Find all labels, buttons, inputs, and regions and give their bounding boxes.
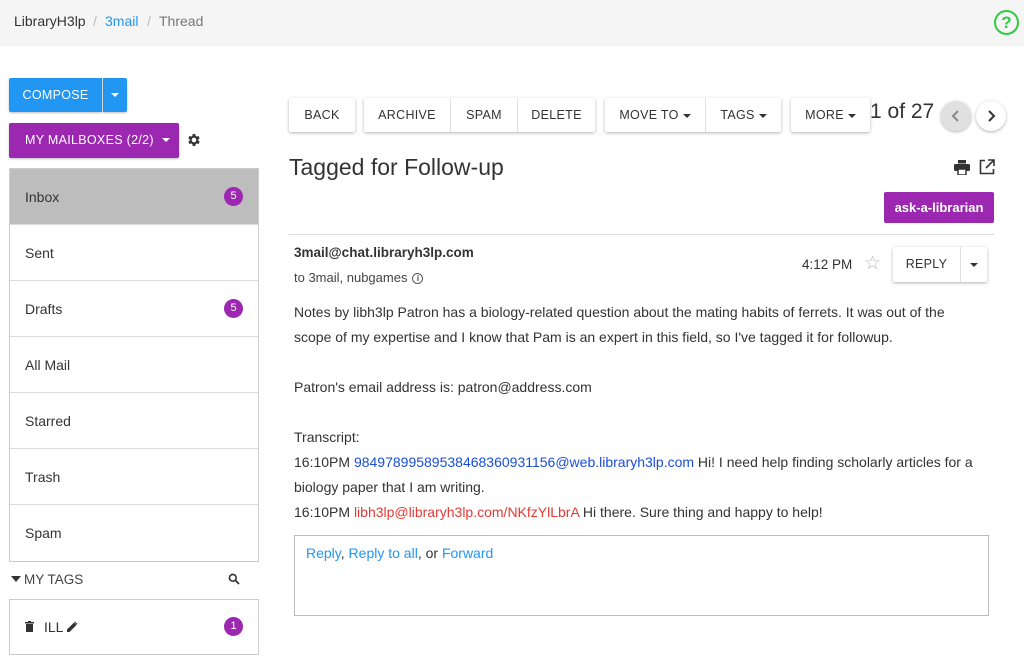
tag-item-ill[interactable]: ILL 1: [10, 600, 258, 654]
more-dropdown[interactable]: MORE: [791, 98, 870, 132]
patron-email-line: Patron's email address is: patron@addres…: [294, 379, 592, 395]
transcript-time: 16:10PM: [294, 504, 351, 520]
back-button[interactable]: BACK: [289, 98, 355, 132]
transcript-section: Transcript: 16:10PM 98497899589538468360…: [294, 425, 994, 525]
chevron-left-icon: [951, 110, 959, 122]
previous-thread-button[interactable]: [941, 101, 971, 131]
forward-link[interactable]: Forward: [442, 545, 493, 561]
breadcrumb-current: Thread: [159, 13, 204, 29]
note-line: scope of my expertise and I know that Pa…: [294, 329, 893, 345]
breadcrumb-3mail-link[interactable]: 3mail: [105, 13, 138, 29]
my-mailboxes-label: MY MAILBOXES (2/2): [25, 133, 154, 147]
reply-link[interactable]: Reply: [306, 545, 341, 561]
mailbox-label: All Mail: [25, 357, 71, 373]
gear-icon[interactable]: [186, 132, 202, 148]
mailbox-list: Inbox 5 Sent Drafts 5 All Mail Starred T…: [9, 168, 259, 562]
mailbox-sent[interactable]: Sent: [10, 225, 258, 281]
transcript-label: Transcript:: [294, 429, 360, 445]
chevron-down-icon: [970, 263, 978, 267]
breadcrumb-root[interactable]: LibraryH3lp: [14, 13, 86, 29]
unread-count-badge: 5: [224, 187, 243, 206]
my-tags-label: MY TAGS: [24, 572, 84, 587]
thread-tag-badge[interactable]: ask-a-librarian: [884, 192, 994, 223]
pager-count: 1 of 27: [870, 100, 935, 123]
reply-all-link[interactable]: Reply to all: [349, 545, 418, 561]
chevron-down-icon: [682, 113, 691, 118]
transcript-text: Hi there. Sure thing and happy to help!: [579, 504, 823, 520]
mailbox-label: Spam: [25, 525, 62, 541]
separator-text: ,: [340, 545, 349, 561]
trash-icon[interactable]: [25, 621, 34, 632]
print-icon[interactable]: [954, 160, 970, 175]
recipients-text: to 3mail, nubgames: [294, 270, 408, 285]
librarian-user-link[interactable]: libh3lp@libraryh3lp.com/NKfzYlLbrA: [354, 504, 579, 520]
mailbox-label: Sent: [25, 245, 54, 261]
chevron-down-icon: [111, 93, 119, 97]
message-time: 4:12 PM: [802, 257, 853, 272]
patron-user-link[interactable]: 98497899589538468360931156@web.libraryh3…: [354, 454, 694, 470]
my-tags-header[interactable]: MY TAGS: [9, 570, 259, 590]
chevron-down-icon: [161, 138, 170, 142]
top-bar: LibraryH3lp / 3mail / Thread ?: [0, 0, 1024, 46]
note-line: Notes by libh3lp Patron has a biology-re…: [294, 304, 945, 320]
tag-list: ILL 1: [9, 599, 259, 655]
chevron-down-icon: [847, 113, 856, 118]
mailbox-label: Starred: [25, 413, 71, 429]
spam-button[interactable]: SPAM: [450, 98, 517, 132]
organize-button-group: MOVE TO TAGS: [605, 98, 781, 132]
mailbox-label: Trash: [25, 469, 61, 485]
mailbox-spam[interactable]: Spam: [10, 505, 258, 561]
mailbox-trash[interactable]: Trash: [10, 449, 258, 505]
reply-options-dropdown[interactable]: [960, 247, 987, 282]
message-sender: 3mail@chat.libraryh3lp.com: [294, 245, 474, 260]
my-mailboxes-dropdown[interactable]: MY MAILBOXES (2/2): [9, 123, 179, 158]
unread-count-badge: 5: [224, 299, 243, 318]
quick-reply-box[interactable]: Reply, Reply to all, or Forward: [294, 535, 989, 616]
thread-title: Tagged for Follow-up: [289, 154, 504, 180]
help-icon[interactable]: ?: [994, 10, 1019, 35]
compose-dropdown-button[interactable]: [103, 78, 127, 112]
transcript-line: 16:10PM 98497899589538468360931156@web.l…: [294, 450, 994, 475]
transcript-text: Hi! I need help finding scholarly articl…: [694, 454, 973, 470]
more-button-group: MORE: [791, 98, 870, 132]
next-thread-button[interactable]: [976, 101, 1006, 131]
move-to-dropdown[interactable]: MOVE TO: [605, 98, 705, 132]
open-in-new-window-icon[interactable]: [979, 159, 995, 175]
mailbox-label: Drafts: [25, 301, 63, 317]
move-to-label: MOVE TO: [619, 108, 679, 122]
back-button-group: BACK: [289, 98, 355, 132]
info-icon[interactable]: i: [412, 273, 424, 285]
compose-button[interactable]: COMPOSE: [9, 78, 102, 112]
mailbox-drafts[interactable]: Drafts 5: [10, 281, 258, 337]
tags-dropdown[interactable]: TAGS: [705, 98, 781, 132]
message-note: Notes by libh3lp Patron has a biology-re…: [294, 300, 994, 350]
mailbox-label: Inbox: [25, 189, 60, 205]
separator-text: , or: [417, 545, 442, 561]
action-button-group: ARCHIVE SPAM DELETE: [364, 98, 595, 132]
breadcrumb-separator: /: [93, 13, 97, 29]
search-icon[interactable]: [228, 573, 240, 585]
transcript-line: 16:10PM libh3lp@libraryh3lp.com/NKfzYlLb…: [294, 500, 994, 525]
chevron-down-icon: [11, 576, 21, 582]
message-recipients: to 3mail, nubgames i: [294, 270, 424, 285]
chevron-right-icon: [988, 110, 996, 122]
mailbox-inbox[interactable]: Inbox 5: [10, 169, 258, 225]
tag-label: ILL: [44, 619, 64, 635]
breadcrumb-separator: /: [147, 13, 151, 29]
chevron-down-icon: [758, 113, 767, 118]
tags-label: TAGS: [720, 108, 755, 122]
more-label: MORE: [805, 108, 844, 122]
reply-button-group: REPLY: [893, 247, 987, 282]
tag-count-badge: 1: [224, 617, 243, 636]
archive-button[interactable]: ARCHIVE: [364, 98, 450, 132]
mailbox-all-mail[interactable]: All Mail: [10, 337, 258, 393]
pencil-icon[interactable]: [67, 621, 78, 632]
delete-button[interactable]: DELETE: [517, 98, 595, 132]
reply-button[interactable]: REPLY: [893, 247, 960, 282]
transcript-time: 16:10PM: [294, 454, 351, 470]
divider: [289, 234, 994, 235]
star-icon[interactable]: ☆: [864, 254, 881, 273]
mailbox-starred[interactable]: Starred: [10, 393, 258, 449]
transcript-text-continued: biology paper that I am writing.: [294, 479, 485, 495]
